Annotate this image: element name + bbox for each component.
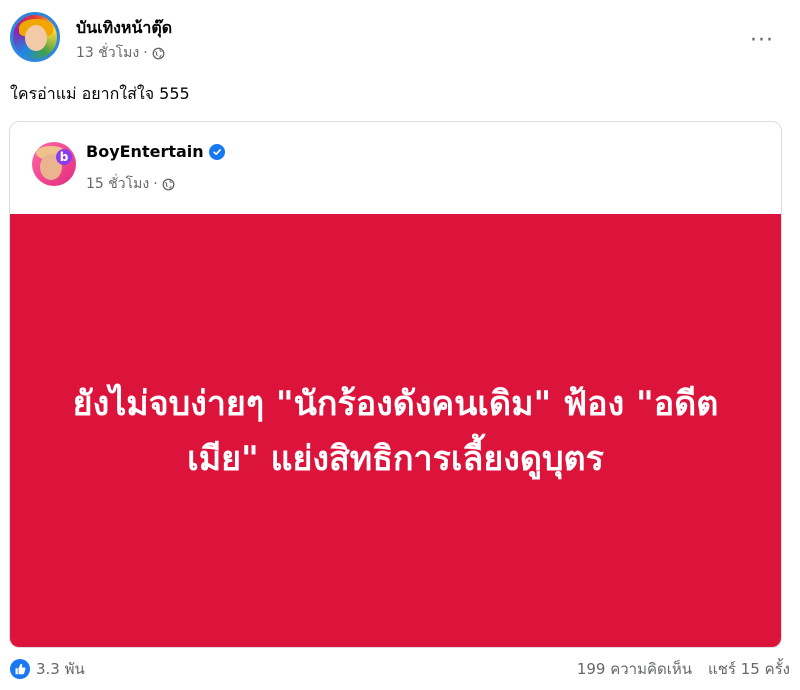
avatar-face bbox=[25, 25, 47, 51]
like-reaction-icon bbox=[10, 659, 30, 679]
share-count-link[interactable]: แชร์ 15 ครั้ง bbox=[708, 657, 790, 681]
post-header: บันเทิงหน้าตุ๊ด 13 ชั่วโมง · ··· bbox=[10, 12, 790, 68]
facebook-post: บันเทิงหน้าตุ๊ด 13 ชั่วโมง · ··· ใครอ่าแ… bbox=[0, 0, 800, 690]
comment-count-link[interactable]: 199 ความคิดเห็น bbox=[577, 657, 692, 681]
text-post-banner[interactable]: ยังไม่จบง่ายๆ "นักร้องดังคนเดิม" ฟ้อง "อ… bbox=[10, 214, 781, 647]
reaction-summary[interactable]: 3.3 พัน bbox=[10, 657, 85, 681]
banner-headline: ยังไม่จบง่ายๆ "นักร้องดังคนเดิม" ฟ้อง "อ… bbox=[72, 384, 719, 479]
post-author-name[interactable]: บันเทิงหน้าตุ๊ด bbox=[76, 16, 172, 41]
shared-post-timestamp[interactable]: 15 ชั่วโมง bbox=[86, 173, 149, 195]
avatar-logo-badge: b bbox=[56, 149, 72, 165]
globe-icon bbox=[152, 47, 165, 59]
post-caption: ใครอ่าแม่ อยากใส่ใจ 555 bbox=[10, 84, 190, 103]
post-timestamp[interactable]: 13 ชั่วโมง bbox=[76, 42, 139, 64]
shared-author-name[interactable]: BoyEntertain bbox=[86, 142, 204, 161]
shared-page-avatar[interactable]: b bbox=[32, 142, 76, 186]
verified-badge-icon bbox=[208, 143, 225, 160]
page-avatar[interactable] bbox=[10, 12, 60, 62]
more-options-button[interactable]: ··· bbox=[744, 26, 780, 54]
post-footer: 3.3 พัน 199 ความคิดเห็น แชร์ 15 ครั้ง bbox=[10, 656, 790, 682]
engagement-stats: 199 ความคิดเห็น แชร์ 15 ครั้ง bbox=[577, 657, 790, 681]
meta-separator: · bbox=[153, 176, 158, 192]
globe-icon bbox=[162, 178, 175, 190]
post-meta: 13 ชั่วโมง · bbox=[76, 42, 165, 64]
shared-post-card[interactable]: b BoyEntertain 15 ชั่วโมง · ยังไม่จบง่าย… bbox=[9, 121, 782, 648]
reaction-count[interactable]: 3.3 พัน bbox=[36, 657, 85, 681]
meta-separator: · bbox=[143, 45, 148, 61]
shared-author[interactable]: BoyEntertain bbox=[86, 142, 225, 161]
shared-post-header: b BoyEntertain 15 ชั่วโมง · bbox=[10, 122, 781, 214]
shared-post-meta: 15 ชั่วโมง · bbox=[86, 173, 175, 195]
